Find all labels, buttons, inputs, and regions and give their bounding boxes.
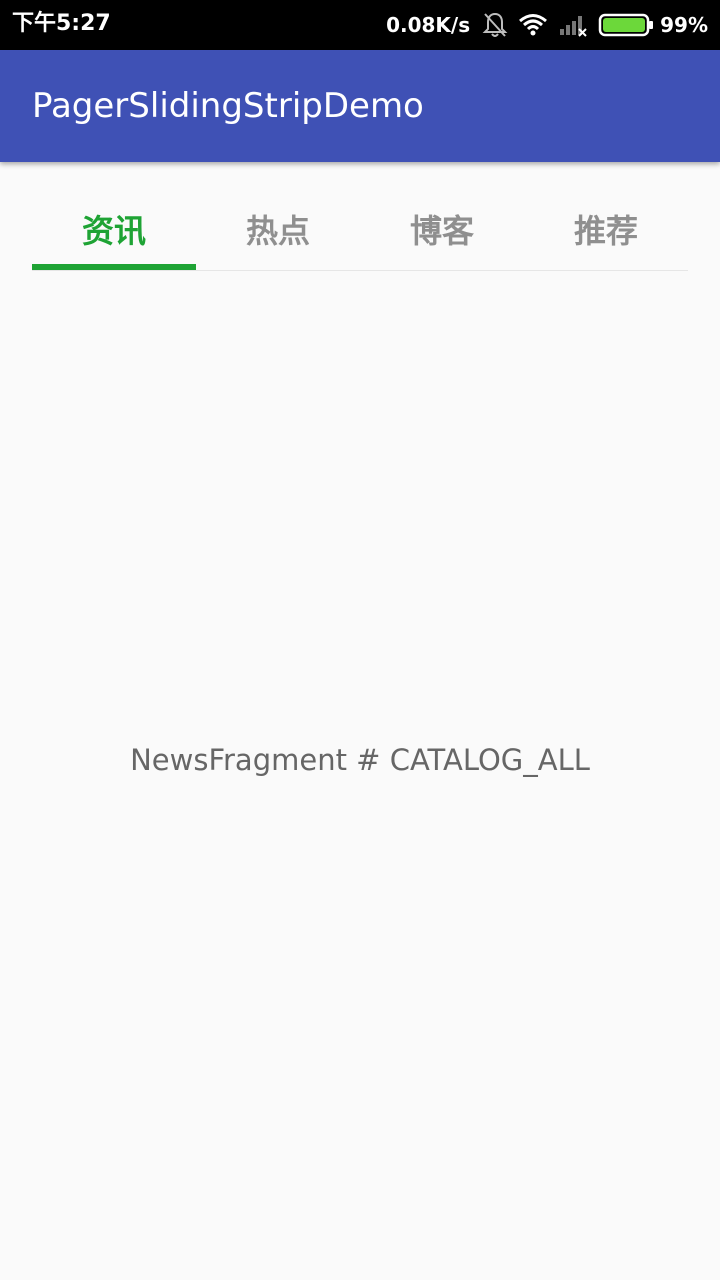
tab-recommend[interactable]: 推荐 [524, 196, 688, 270]
battery-icon [598, 11, 654, 39]
bell-muted-icon [482, 11, 508, 39]
app-title: PagerSlidingStripDemo [32, 86, 424, 126]
signal-icon [558, 11, 588, 39]
tab-blog[interactable]: 博客 [360, 196, 524, 270]
tab-recommend-label: 推荐 [573, 212, 638, 250]
battery-percent: 99% [660, 13, 708, 37]
tab-blog-label: 博客 [409, 212, 474, 250]
network-speed: 0.08K/s [386, 13, 471, 37]
tab-indicator [32, 264, 196, 270]
app-bar: PagerSlidingStripDemo [0, 50, 720, 162]
wifi-icon [518, 11, 548, 39]
tab-news-label: 资讯 [81, 212, 146, 250]
status-time: 下午5:27 [12, 11, 111, 36]
tab-hot-label: 热点 [245, 212, 310, 250]
pager-sliding-tab-strip: 资讯 热点 博客 推荐 [32, 196, 688, 271]
tab-news[interactable]: 资讯 [32, 196, 196, 270]
status-indicators: 0.08K/s 99% [386, 0, 708, 50]
tab-hot[interactable]: 热点 [196, 196, 360, 270]
status-bar: 下午5:27 0.08K/s 99% [0, 0, 720, 50]
fragment-content-text: NewsFragment # CATALOG_ALL [130, 743, 590, 777]
